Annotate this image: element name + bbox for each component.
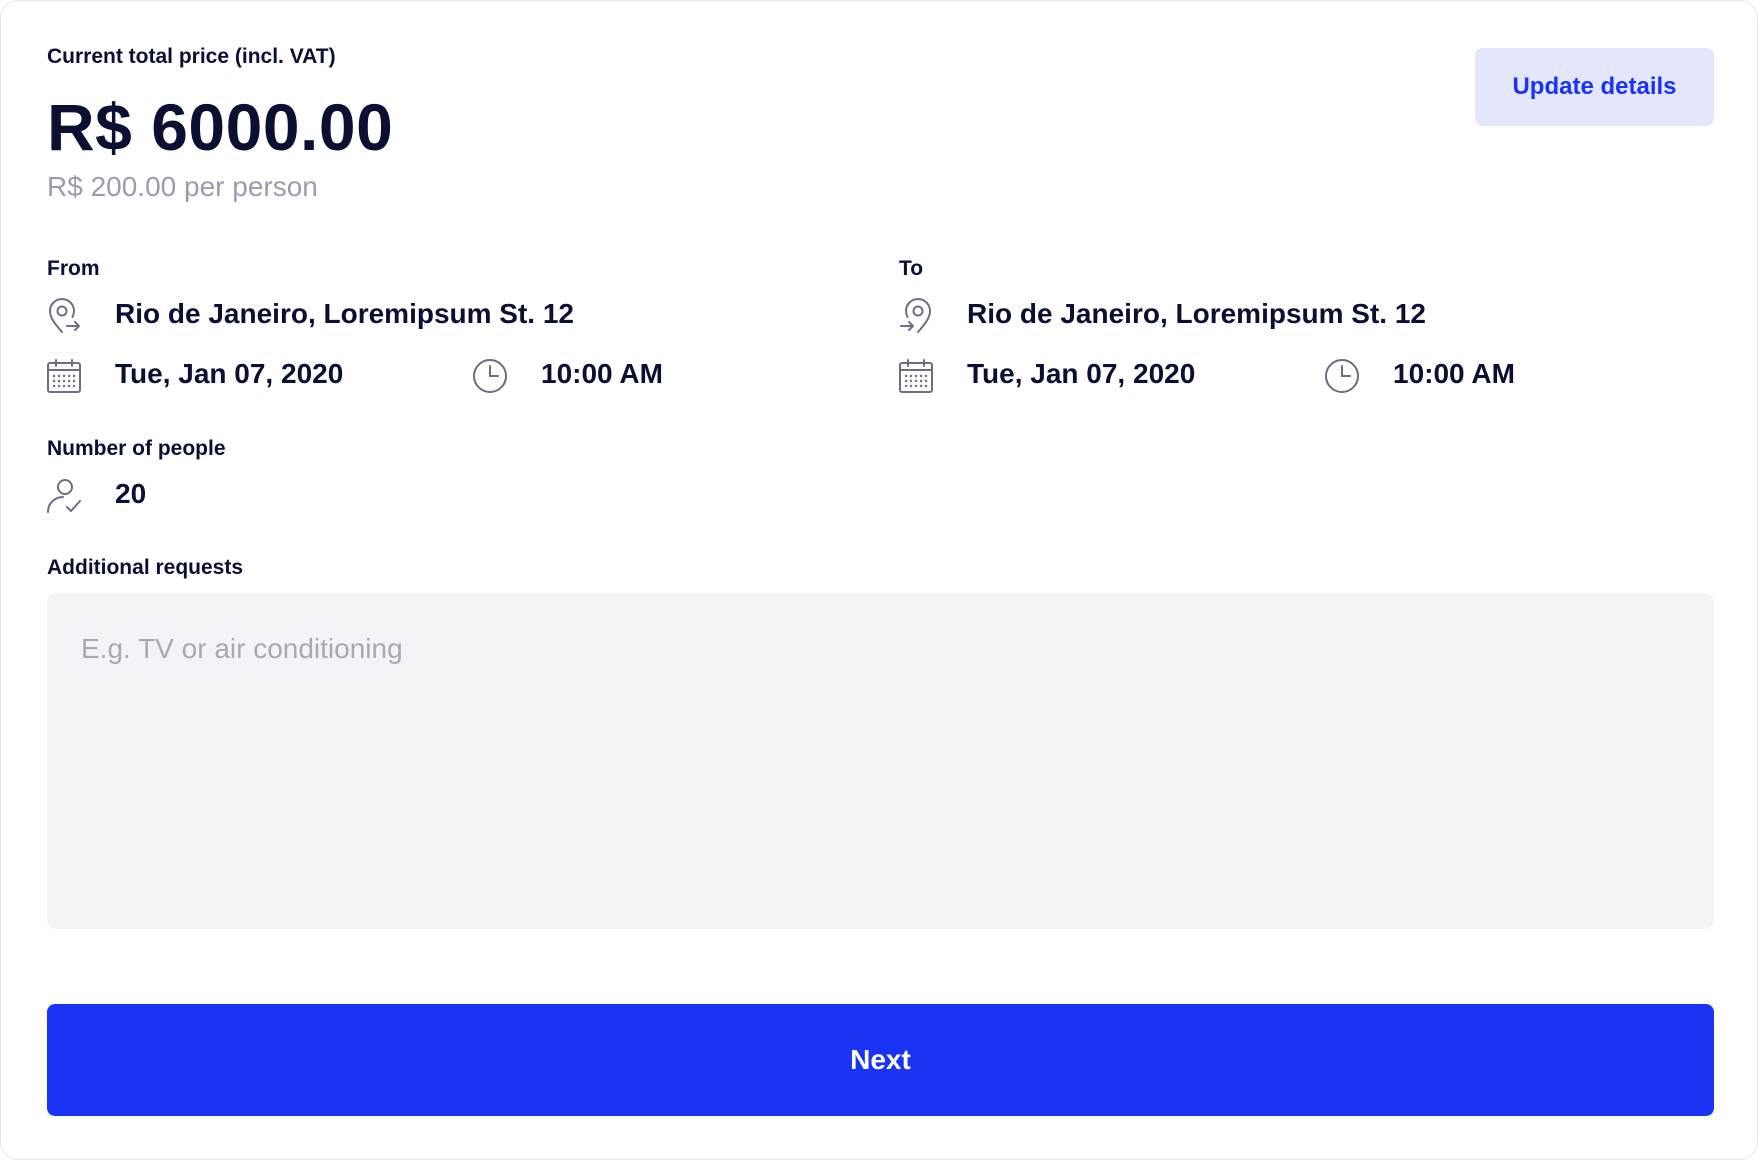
user-check-icon (45, 477, 83, 515)
from-address: Rio de Janeiro, Loremipsum St. 12 (115, 298, 575, 329)
from-label: From (47, 257, 100, 280)
to-address: Rio de Janeiro, Loremipsum St. 12 (967, 298, 1427, 329)
clock-icon (471, 357, 509, 395)
to-time: 10:00 AM (1393, 358, 1515, 389)
from-time: 10:00 AM (541, 358, 663, 389)
people-count: 20 (115, 478, 147, 509)
total-price: R$ 6000.00 (47, 90, 394, 164)
calendar-icon (45, 357, 83, 395)
booking-details-card: Current total price (incl. VAT) R$ 6000.… (0, 0, 1758, 1160)
next-button[interactable]: Next (47, 1004, 1714, 1116)
from-date: Tue, Jan 07, 2020 (115, 358, 344, 389)
price-per-person: R$ 200.00 per person (47, 171, 318, 202)
map-pin-arrow-out-icon (45, 297, 83, 335)
price-caption: Current total price (incl. VAT) (47, 45, 336, 68)
map-pin-arrow-in-icon (897, 297, 935, 335)
to-date: Tue, Jan 07, 2020 (967, 358, 1196, 389)
additional-requests-textarea[interactable] (47, 593, 1714, 929)
additional-requests-label: Additional requests (47, 556, 244, 579)
clock-icon (1323, 357, 1361, 395)
update-details-button[interactable]: Update details (1475, 48, 1714, 126)
people-label: Number of people (47, 437, 226, 460)
calendar-icon (897, 357, 935, 395)
to-label: To (899, 257, 924, 280)
